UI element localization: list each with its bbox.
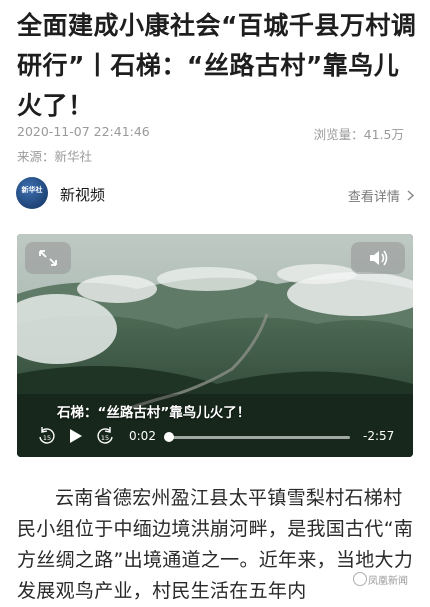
article-title: 全面建成小康社会“百城千县万村调研行”丨石梯：“丝路古村”靠鸟儿火了！ bbox=[17, 11, 417, 120]
progress-knob[interactable] bbox=[163, 432, 174, 442]
watermark-text: 凤凰新闻 bbox=[368, 576, 408, 587]
current-time: 0:02 bbox=[129, 429, 156, 443]
fullscreen-button[interactable] bbox=[25, 242, 71, 274]
body-paragraph: 云南省德宏州盈江县太平镇雪梨村石梯村民小组位于中缅边境洪崩河畔，是我国古代“南方… bbox=[17, 487, 414, 602]
speaker-icon bbox=[370, 250, 388, 266]
chevron-right-icon bbox=[407, 190, 415, 205]
rewind-15-icon: 15 bbox=[39, 427, 55, 444]
watermark-logo-icon bbox=[353, 572, 367, 586]
author-row: 新华社 新视频 查看详情 bbox=[16, 177, 415, 211]
remaining-time: -2:57 bbox=[363, 429, 395, 443]
rewind-button[interactable]: 15 bbox=[37, 426, 57, 450]
view-details-link[interactable]: 查看详情 bbox=[347, 186, 415, 205]
svg-text:15: 15 bbox=[43, 434, 51, 442]
sound-button[interactable] bbox=[351, 242, 405, 274]
expand-icon bbox=[39, 250, 57, 266]
play-button[interactable] bbox=[67, 426, 85, 450]
details-link-label: 查看详情 bbox=[347, 190, 400, 205]
author-avatar[interactable]: 新华社 bbox=[16, 177, 48, 209]
article-source: 来源：新华社 bbox=[17, 149, 93, 164]
video-controls: 15 15 0:02 -2:57 bbox=[17, 422, 413, 454]
forward-15-icon: 15 bbox=[97, 427, 113, 444]
video-caption: 石梯：“丝路古村”靠鸟儿火了！ bbox=[57, 405, 251, 421]
article-body: 云南省德宏州盈江县太平镇雪梨村石梯村民小组位于中缅边境洪崩河畔，是我国古代“南方… bbox=[17, 483, 417, 607]
view-count: 浏览量：41.5万 bbox=[313, 127, 404, 142]
progress-bar[interactable] bbox=[163, 432, 350, 442]
forward-button[interactable]: 15 bbox=[95, 426, 115, 450]
avatar-logo-text: 新华社 bbox=[21, 186, 43, 194]
publish-date: 2020-11-07 22:41:46 bbox=[17, 124, 150, 139]
video-player[interactable]: 石梯：“丝路古村”靠鸟儿火了！ 15 15 0:02 -2:57 bbox=[17, 234, 413, 457]
svg-text:15: 15 bbox=[101, 434, 109, 442]
author-name[interactable]: 新视频 bbox=[60, 184, 105, 205]
play-icon bbox=[70, 429, 82, 443]
